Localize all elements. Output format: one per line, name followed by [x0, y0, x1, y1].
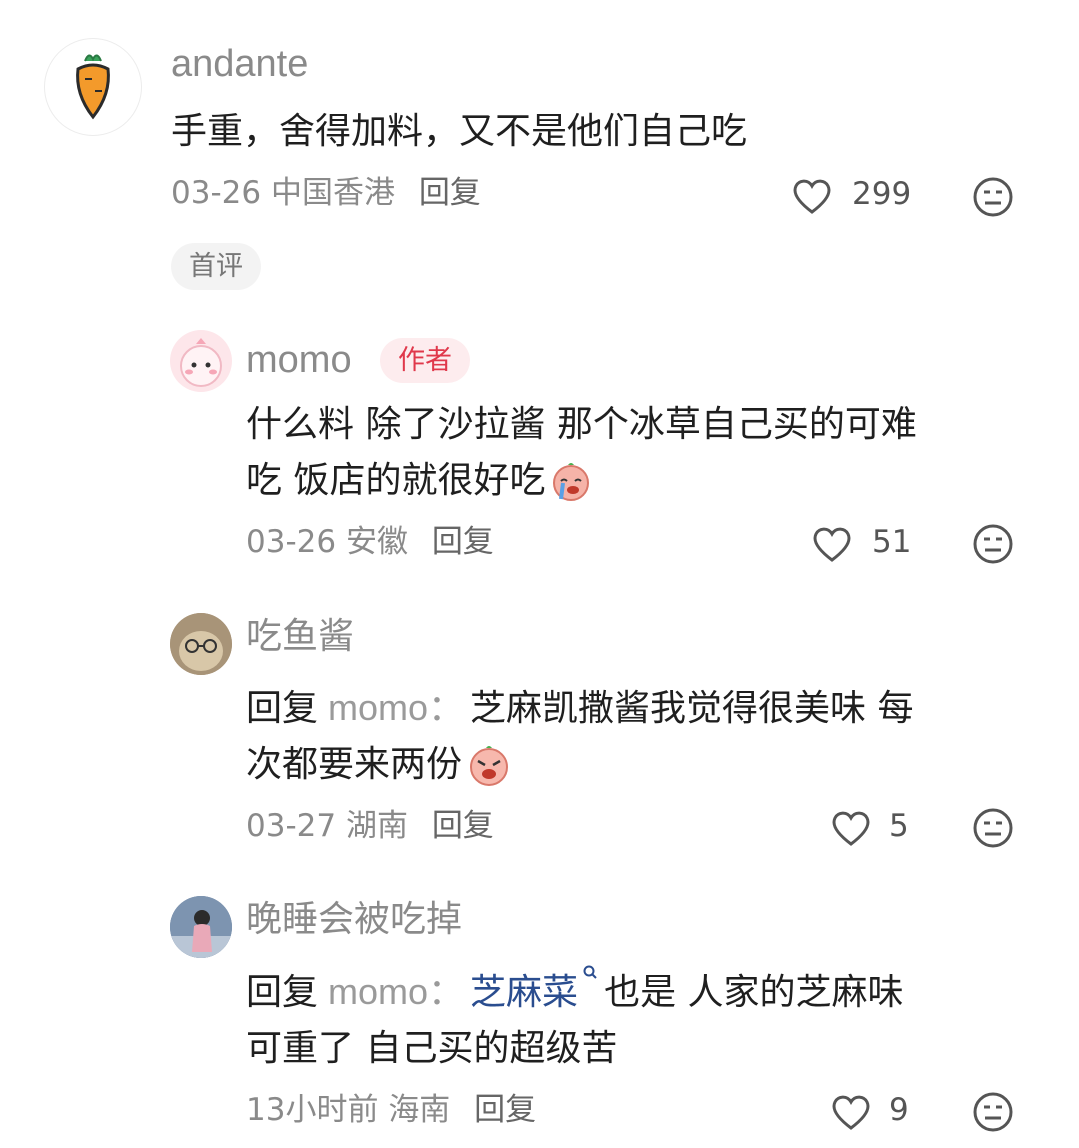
reply-username[interactable]: 晚睡会被吃掉 [246, 902, 462, 938]
neutral-face-icon [973, 1092, 1013, 1132]
like-count: 9 [889, 1092, 909, 1128]
reply-button[interactable]: 回复 [432, 524, 494, 560]
avatar[interactable] [170, 896, 232, 958]
reply-target-user[interactable]: momo： [328, 687, 464, 728]
reply-text-line: 可重了 自己买的超级苦 [246, 1028, 618, 1069]
avatar[interactable] [44, 38, 142, 136]
comment-text: 手重，舍得加料，又不是他们自己吃 [171, 111, 748, 152]
person-photo-avatar-icon [170, 896, 232, 958]
reply-text-line: 什么料 除了沙拉酱 那个冰草自己买的可难 [246, 404, 917, 445]
neutral-face-icon [973, 524, 1013, 564]
author-badge: 作者 [380, 338, 470, 383]
heart-icon [832, 1095, 870, 1130]
reply-username[interactable]: momo [246, 341, 352, 379]
reply-text: 回复 momo： 芝麻菜 也是 人家的芝麻味 可重了 自己买的超级苦 [246, 964, 1046, 1077]
pink-character-avatar-icon [180, 338, 222, 387]
comment-location: 中国香港 [270, 175, 395, 211]
reply-text-line: 回复 momo： 芝麻菜 也是 人家的芝麻味 [246, 964, 1046, 1021]
reply-meta: 03-26 安徽 回复 [246, 527, 494, 558]
dislike-button[interactable] [972, 1091, 1014, 1133]
reply-location: 湖南 [345, 808, 408, 844]
neutral-face-icon [973, 808, 1013, 848]
first-comment-tag: 首评 [171, 243, 261, 290]
reply-prefix: 回复 [246, 688, 319, 729]
reply-text-line: 吃 饭店的就很好吃 [246, 453, 1046, 509]
reply-location: 安徽 [345, 524, 408, 560]
reply-button[interactable]: 回复 [432, 808, 494, 844]
reply-text-line: 次都要来两份 [246, 737, 1046, 793]
heart-icon [832, 811, 870, 846]
dislike-button[interactable] [972, 176, 1014, 218]
reply-text-line: 回复 momo： 芝麻凯撒酱我觉得很美味 每 [246, 687, 914, 729]
reply-username[interactable]: 吃鱼酱 [246, 619, 354, 655]
angry-face-sticker-icon [470, 746, 509, 786]
reply-meta: 13小时前 海南 回复 [246, 1095, 536, 1126]
reply-location: 海南 [388, 1092, 451, 1128]
like-button[interactable] [790, 174, 834, 218]
like-button[interactable] [829, 1090, 873, 1134]
reply-date: 13小时前 [246, 1092, 379, 1128]
comment-username[interactable]: andante [171, 45, 308, 83]
reply-text: 回复 momo： 芝麻凯撒酱我觉得很美味 每 次都要来两份 [246, 680, 1046, 793]
heart-icon [793, 179, 831, 214]
avatar[interactable] [170, 330, 232, 392]
reply-target-user[interactable]: momo： [328, 971, 464, 1012]
avatar[interactable] [170, 613, 232, 675]
reply-date: 03-26 [246, 524, 337, 560]
crying-face-sticker-icon [553, 463, 590, 501]
dislike-button[interactable] [972, 807, 1014, 849]
reply-button[interactable]: 回复 [419, 175, 481, 211]
comment-date: 03-26 [171, 175, 262, 211]
reply-text: 什么料 除了沙拉酱 那个冰草自己买的可难 吃 饭店的就很好吃 [246, 397, 1046, 509]
dislike-button[interactable] [972, 523, 1014, 565]
reply-date: 03-27 [246, 808, 337, 844]
like-count: 51 [872, 524, 912, 560]
neutral-face-icon [973, 177, 1013, 217]
search-icon[interactable] [582, 964, 598, 984]
cat-photo-avatar-icon [170, 613, 232, 675]
like-button[interactable] [810, 522, 854, 566]
reply-button[interactable]: 回复 [474, 1092, 536, 1128]
reply-prefix: 回复 [246, 972, 319, 1013]
search-link[interactable]: 芝麻菜 [470, 972, 578, 1013]
heart-icon [813, 527, 851, 562]
comment-meta: 03-26 中国香港 回复 [171, 178, 481, 209]
like-button[interactable] [829, 806, 873, 850]
like-count: 299 [852, 176, 912, 212]
carrot-icon [76, 54, 110, 120]
reply-meta: 03-27 湖南 回复 [246, 811, 494, 842]
like-count: 5 [889, 808, 909, 844]
